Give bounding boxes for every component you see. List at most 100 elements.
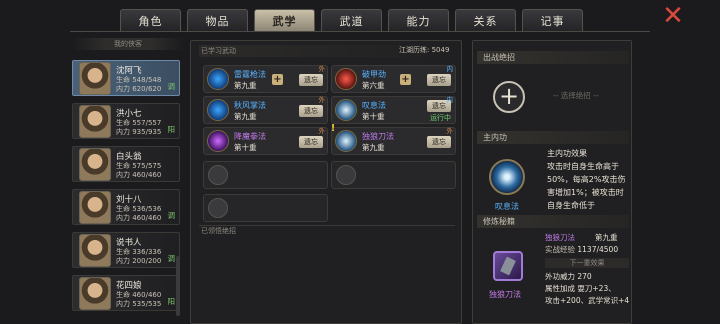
hero-badge: 阳 — [167, 125, 176, 134]
empty-skill-slot[interactable] — [203, 161, 328, 189]
empty-skill-slot[interactable] — [203, 194, 328, 222]
roster-title: 我的侠客 — [72, 38, 184, 50]
sigh-skill-icon — [335, 99, 357, 121]
upgrade-plus-icon[interactable]: + — [400, 74, 411, 85]
forget-button[interactable]: 遗忘 — [299, 105, 323, 117]
blade-manual-icon[interactable] — [493, 251, 523, 281]
hero-card-selected[interactable]: 沈阿飞 生命 548/548 内力 620/620 调 — [72, 60, 180, 96]
hero-mp: 内力 535/535 — [116, 300, 162, 308]
skill-name: 降魔拳法 — [234, 132, 266, 141]
hero-card[interactable]: 洪小七 生命 557/557 内力 935/935 阳 — [72, 103, 180, 139]
header-divider — [70, 31, 650, 32]
forget-button[interactable]: 遗忘 — [299, 136, 323, 148]
inner-effect-title: 主内功效果 — [547, 149, 587, 158]
skill-type-tag: 外 — [446, 127, 454, 135]
forget-button[interactable]: 遗忘 — [427, 136, 451, 148]
inner-effect-text: 攻击时自身生命高于50%，每高2%攻击伤害增加1%；被攻击时自身生命低于 — [547, 162, 626, 210]
skill-type-tag: 外 — [318, 65, 326, 73]
upgrade-plus-icon[interactable]: + — [272, 74, 283, 85]
skill-name: 秋风掌法 — [234, 101, 266, 110]
forget-button[interactable]: 遗忘 — [299, 74, 323, 86]
inner-header: 主内功 — [477, 131, 629, 144]
skill-level: 第九重 — [362, 143, 385, 152]
skill-type-tag: 内 — [446, 96, 454, 104]
hero-avatar — [79, 105, 111, 138]
detail-panel: 出战绝招 + -- 选择绝招 -- 主内功 叹息法 主内功效果 攻击时自身生命高… — [472, 40, 632, 324]
empty-slot-ring — [208, 198, 228, 218]
hero-avatar — [79, 234, 111, 267]
tab-items[interactable]: 物品 — [187, 9, 248, 31]
learned-skills-panel: 已学习武动 江湖历练: 5049 雷霆枪法 第九重 + 遗忘 外 破甲劲 第六重… — [190, 40, 462, 324]
hero-card[interactable]: 刘十八 生命 536/536 内力 460/460 调 — [72, 189, 180, 225]
wolf-blade-skill-icon — [335, 130, 357, 152]
skill-name: 叹息法 — [362, 101, 386, 110]
hero-card[interactable]: 花四娘 生命 460/460 内力 535/535 阳 — [72, 275, 180, 311]
demon-fist-skill-icon — [207, 130, 229, 152]
tab-journal[interactable]: 记事 — [522, 9, 583, 31]
hero-badge: 调 — [167, 211, 176, 220]
hero-card[interactable]: 白头翁 生命 575/575 内力 460/460 — [72, 146, 180, 182]
manual-exp-row: 实战经验 1137/4500 — [545, 244, 618, 255]
armor-break-skill-icon — [335, 68, 357, 90]
hero-mp: 内力 460/460 — [116, 171, 162, 179]
spear-skill-icon — [207, 68, 229, 90]
skill-name: 独狼刀法 — [362, 132, 394, 141]
hero-card[interactable]: 说书人 生命 336/336 内力 200/200 调 — [72, 232, 180, 268]
skill-card[interactable]: 破甲劲 第六重 + 遗忘 内 — [331, 65, 456, 93]
select-ultimate-hint: -- 选择绝招 -- — [553, 91, 599, 100]
skill-name: 破甲劲 — [362, 70, 386, 79]
skill-card[interactable]: ! 独狼刀法 第九重 遗忘 外 — [331, 123, 456, 155]
tab-martial-arts[interactable]: 武学 — [254, 9, 315, 31]
hero-badge: 调 — [167, 254, 176, 263]
tab-abilities[interactable]: 能力 — [388, 9, 449, 31]
skill-level: 第十重 — [362, 112, 385, 121]
learned-title: 已学习武动 — [201, 47, 236, 55]
ultimate-header: 出战绝招 — [477, 51, 629, 64]
jianghu-exp: 江湖历练: 5049 — [399, 46, 450, 54]
running-status: 运行中 — [430, 114, 451, 122]
hero-mp: 内力 460/460 — [116, 214, 162, 222]
hero-mp: 内力 620/620 — [116, 85, 162, 93]
tab-character[interactable]: 角色 — [120, 9, 181, 31]
inner-skill-name: 叹息法 — [495, 202, 519, 211]
forget-button[interactable]: 遗忘 — [427, 74, 451, 86]
manual-exp-value: 1137/4500 — [577, 245, 619, 254]
hero-mp: 内力 200/200 — [116, 257, 162, 265]
hero-badge: 阳 — [167, 297, 176, 306]
inner-skill-icon[interactable] — [489, 159, 525, 195]
section-divider — [199, 225, 455, 226]
add-ultimate-button[interactable]: + — [493, 81, 525, 113]
empty-slot-ring — [336, 165, 356, 185]
roster-scrollbar[interactable] — [176, 256, 180, 316]
skill-level: 第九重 — [234, 112, 257, 121]
skill-type-tag: 内 — [446, 65, 454, 73]
skill-name: 雷霆枪法 — [234, 70, 266, 79]
hero-avatar — [79, 191, 111, 224]
skill-card[interactable]: 秋风掌法 第九重 遗忘 外 — [203, 96, 328, 124]
close-icon[interactable]: ✕ — [660, 3, 686, 29]
hero-roster: 我的侠客 沈阿飞 生命 548/548 内力 620/620 调 洪小七 生命 … — [72, 38, 184, 324]
next-level-bar: 下一重效果 — [545, 258, 629, 268]
tab-relations[interactable]: 关系 — [455, 9, 516, 31]
manual-attr-2: 攻击+200、武学常识+4 — [545, 296, 630, 305]
skill-card[interactable]: 叹息法 第十重 遗忘 运行中 内 — [331, 96, 456, 124]
learned-ultimates-title: 已领悟绝招 — [201, 227, 236, 235]
skill-level: 第九重 — [234, 81, 257, 90]
skill-level: 第六重 — [362, 81, 385, 90]
skill-level: 第十重 — [234, 143, 257, 152]
skill-card[interactable]: 降魔拳法 第十重 遗忘 外 — [203, 127, 328, 155]
tab-martial-way[interactable]: 武道 — [321, 9, 382, 31]
skill-type-tag: 外 — [318, 127, 326, 135]
empty-slot-ring — [208, 165, 228, 185]
skill-card[interactable]: 雷霆枪法 第九重 + 遗忘 外 — [203, 65, 328, 93]
manual-skill: 独狼刀法 — [545, 233, 575, 242]
empty-skill-slot[interactable] — [331, 161, 456, 189]
manual-exp-label: 实战经验 — [545, 245, 575, 254]
manual-attr: 属性加成 耍刀+23、 — [545, 284, 616, 293]
main-tab-bar: 角色 物品 武学 武道 能力 关系 记事 — [120, 9, 583, 31]
hero-avatar — [79, 62, 111, 95]
manual-power: 外功威力 270 — [545, 272, 592, 281]
manual-header: 修炼秘籍 — [477, 215, 629, 228]
hero-avatar — [79, 277, 111, 310]
hero-badge: 调 — [167, 82, 176, 91]
